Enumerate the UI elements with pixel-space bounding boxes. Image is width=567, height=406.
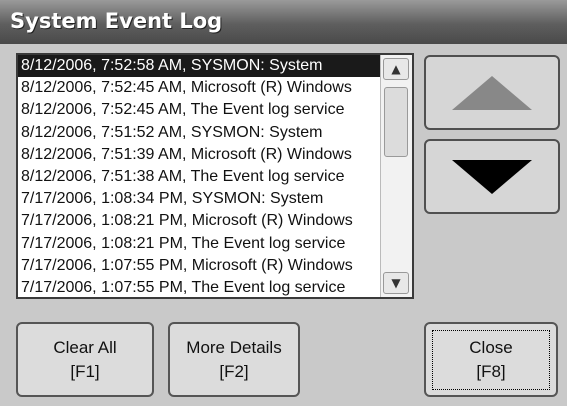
log-entry[interactable]: 7/17/2006, 1:07:55 PM, Microsoft (R) Win… xyxy=(18,255,380,277)
log-entry[interactable]: 8/12/2006, 7:51:38 AM, The Event log ser… xyxy=(18,166,380,188)
more-details-label: More Details xyxy=(186,337,282,357)
scrollbar-thumb[interactable] xyxy=(384,87,408,157)
title-bar: System Event Log xyxy=(0,0,567,44)
clear-all-label: Clear All xyxy=(53,337,117,357)
down-arrow-icon xyxy=(452,159,532,194)
log-entry[interactable]: 7/17/2006, 1:08:34 PM, SYSMON: System xyxy=(18,188,380,210)
log-entry[interactable]: 8/12/2006, 7:51:39 AM, Microsoft (R) Win… xyxy=(18,144,380,166)
chevron-down-icon: ▼ xyxy=(391,276,401,290)
page-up-button[interactable] xyxy=(424,55,560,130)
window-title: System Event Log xyxy=(10,9,223,33)
log-entry[interactable]: 7/17/2006, 1:08:21 PM, Microsoft (R) Win… xyxy=(18,210,380,232)
log-entry[interactable]: 7/17/2006, 1:08:21 PM, The Event log ser… xyxy=(18,233,380,255)
close-label: Close xyxy=(469,337,513,357)
close-key: [F8] xyxy=(476,361,506,381)
log-entry[interactable]: 7/17/2006, 1:07:55 PM, The Event log ser… xyxy=(18,277,380,297)
clear-all-button[interactable]: Clear All [F1] xyxy=(16,322,154,397)
event-log-rows: 8/12/2006, 7:52:58 AM, SYSMON: System 8/1… xyxy=(18,55,380,297)
log-entry[interactable]: 8/12/2006, 7:52:58 AM, SYSMON: System xyxy=(18,55,380,78)
log-entry[interactable]: 8/12/2006, 7:51:52 AM, SYSMON: System xyxy=(18,122,380,144)
page-down-button[interactable] xyxy=(424,139,560,214)
scroll-up-small-button[interactable]: ▲ xyxy=(383,58,409,80)
scroll-down-small-button[interactable]: ▼ xyxy=(383,272,409,294)
event-log-list[interactable]: 8/12/2006, 7:52:58 AM, SYSMON: System 8/1… xyxy=(16,53,414,299)
vertical-scrollbar[interactable]: ▲ ▼ xyxy=(380,55,412,297)
log-entry[interactable]: 8/12/2006, 7:52:45 AM, The Event log ser… xyxy=(18,99,380,121)
chevron-up-icon: ▲ xyxy=(391,62,401,76)
clear-all-key: [F1] xyxy=(70,361,100,381)
up-arrow-icon xyxy=(452,75,532,110)
log-entry[interactable]: 8/12/2006, 7:52:45 AM, Microsoft (R) Win… xyxy=(18,77,380,99)
close-button[interactable]: Close [F8] xyxy=(424,322,558,397)
more-details-key: [F2] xyxy=(219,361,249,381)
more-details-button[interactable]: More Details [F2] xyxy=(168,322,300,397)
